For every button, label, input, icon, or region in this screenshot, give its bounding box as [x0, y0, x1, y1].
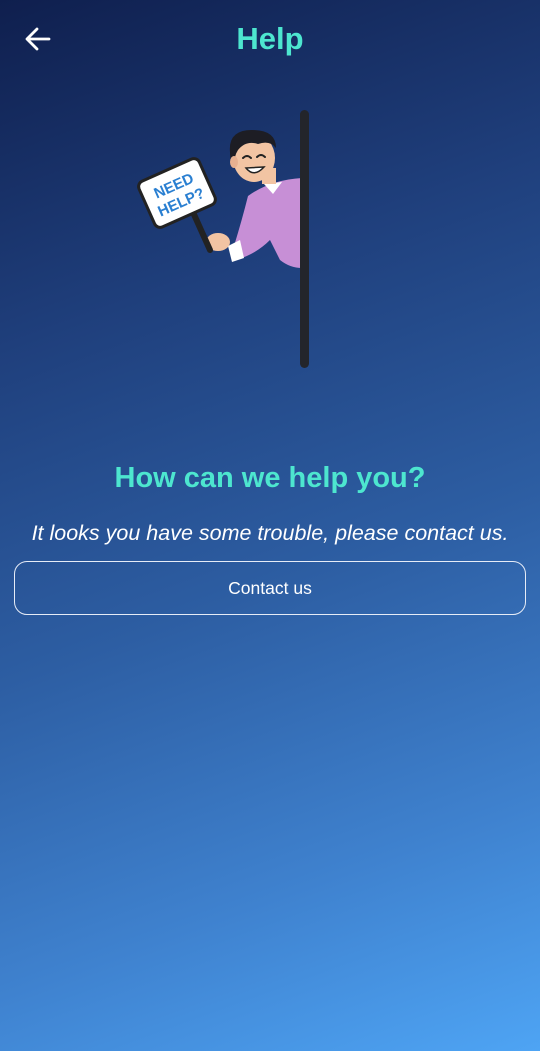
help-heading: How can we help you? [114, 462, 426, 494]
help-subtitle: It looks you have some trouble, please c… [31, 521, 509, 545]
page-title: Help [236, 21, 304, 56]
app-bar: Help [0, 0, 540, 78]
help-illustration: NEED HELP? [137, 110, 309, 368]
contact-us-button[interactable]: Contact us [14, 561, 526, 615]
contact-us-label: Contact us [228, 577, 312, 598]
